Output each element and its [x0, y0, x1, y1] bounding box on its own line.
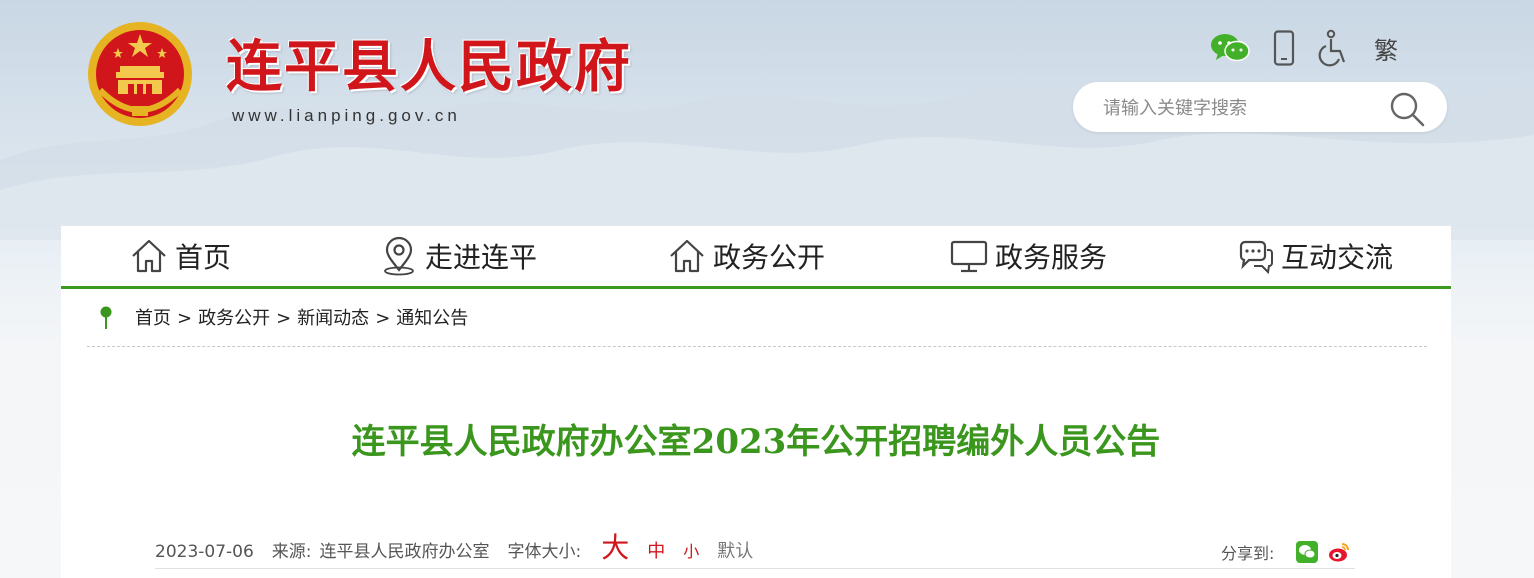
- home-icon: [667, 236, 707, 276]
- wechat-button[interactable]: [1208, 26, 1252, 70]
- font-size-medium-button[interactable]: 中: [647, 537, 665, 563]
- share-weibo-button[interactable]: [1328, 541, 1350, 563]
- site-url: www.lianping.gov.cn: [232, 106, 461, 125]
- search-button[interactable]: [1387, 89, 1427, 129]
- home-icon: [129, 236, 169, 276]
- nav-item-home[interactable]: 首页: [129, 226, 231, 286]
- monitor-icon: [949, 236, 989, 276]
- nav-item-interaction[interactable]: 互动交流: [1235, 226, 1393, 286]
- nav-item-public-affairs[interactable]: 政务公开: [667, 226, 825, 286]
- nav-item-services[interactable]: 政务服务: [949, 226, 1107, 286]
- meta-divider: [155, 568, 1355, 569]
- breadcrumb-home[interactable]: 首页: [135, 308, 171, 329]
- share-wechat-button[interactable]: [1296, 541, 1319, 563]
- article-title: 连平县人民政府办公室2023年公开招聘编外人员公告: [351, 422, 1161, 462]
- accessibility-icon: [1318, 29, 1346, 67]
- main-nav: 首页 走进连平 政务公开 政务服务 互动交流: [61, 226, 1451, 289]
- location-icon: [379, 236, 419, 276]
- font-size-default-button[interactable]: 默认: [717, 537, 753, 563]
- wechat-icon: [1211, 34, 1250, 62]
- publish-date: 2023-07-06: [155, 542, 254, 562]
- nav-item-label: 政务服务: [995, 241, 1108, 274]
- share-label: 分享到:: [1221, 544, 1275, 563]
- nav-item-about[interactable]: 走进连平: [379, 226, 537, 286]
- nav-item-label: 首页: [175, 241, 232, 274]
- location-pin-icon: [100, 306, 112, 329]
- chat-icon: [1235, 236, 1275, 276]
- search-input[interactable]: [1101, 92, 1385, 124]
- source-value: 连平县人民政府办公室: [319, 542, 490, 562]
- mobile-icon: [1273, 30, 1295, 66]
- font-size-label: 字体大小:: [507, 542, 582, 562]
- traditional-chinese-toggle[interactable]: 繁: [1364, 26, 1408, 70]
- nav-item-label: 走进连平: [425, 241, 538, 274]
- mobile-button[interactable]: [1262, 26, 1306, 70]
- site-title: 连平县人民政府: [226, 34, 632, 100]
- breadcrumb-separator: >: [177, 308, 193, 329]
- breadcrumb-news[interactable]: 新闻动态: [297, 308, 369, 329]
- weibo-icon: [1329, 543, 1350, 562]
- main-content: 首页 走进连平 政务公开 政务服务 互动交流 首页 > 政务公开 > 新闻动态 …: [61, 226, 1451, 578]
- search-icon: [1390, 92, 1425, 127]
- breadcrumb-separator: >: [375, 308, 391, 329]
- article-meta: 2023-07-06 来源: 连平县人民政府办公室 字体大小: 大 中 小 默认: [155, 526, 753, 566]
- breadcrumb: 首页 > 政务公开 > 新闻动态 > 通知公告: [87, 290, 1427, 347]
- breadcrumb-links: 首页 > 政务公开 > 新闻动态 > 通知公告: [135, 304, 468, 330]
- wechat-icon: [1296, 541, 1319, 563]
- source-label: 来源:: [271, 542, 312, 562]
- font-size-large-button[interactable]: 大: [601, 526, 629, 566]
- breadcrumb-separator: >: [276, 308, 292, 329]
- font-size-small-button[interactable]: 小: [683, 538, 699, 562]
- national-emblem-icon: [88, 22, 192, 126]
- share-bar: 分享到:: [1221, 540, 1350, 564]
- nav-item-label: 政务公开: [713, 241, 826, 274]
- breadcrumb-public-affairs[interactable]: 政务公开: [198, 308, 270, 329]
- breadcrumb-notices[interactable]: 通知公告: [396, 308, 468, 329]
- nav-item-label: 互动交流: [1281, 241, 1394, 274]
- accessibility-button[interactable]: [1310, 26, 1354, 70]
